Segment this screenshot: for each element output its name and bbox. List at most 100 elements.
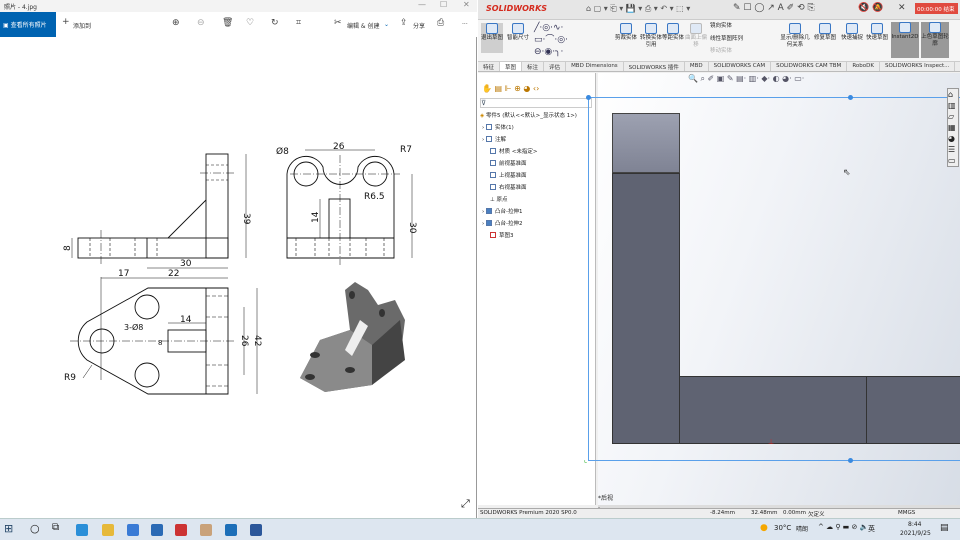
weather-text[interactable]: 晴朗	[796, 524, 808, 533]
tree-item-boss-extrude2[interactable]: › 凸台-拉伸2	[482, 219, 522, 227]
tab-cam[interactable]: SOLIDWORKS CAM	[709, 62, 772, 71]
tree-item-material[interactable]: 材质 <未指定>	[490, 147, 537, 155]
top-view	[70, 267, 258, 395]
dim-30-vertical: 30	[407, 222, 417, 234]
tree-item-right-plane[interactable]: 右视基准面	[490, 183, 527, 191]
convert-entities-button[interactable]: 转换实体引用	[640, 23, 662, 49]
tab-cam-tbm[interactable]: SOLIDWORKS CAM TBM	[771, 62, 848, 71]
dim-8: 8	[63, 245, 73, 251]
dim-r65: R6.5	[364, 192, 385, 202]
sketch-line-bottom[interactable]	[588, 460, 960, 461]
file-explorer-icon[interactable]	[102, 524, 114, 536]
mouse-cursor-icon: ⇖	[843, 168, 851, 178]
triad-icon: ⌞	[584, 456, 588, 464]
task-pane-icons[interactable]: ⌂ ▥ ▱ ▦ ◕ ☰ ▭	[947, 88, 959, 167]
dim-22: 22	[168, 269, 179, 279]
task-view-icon[interactable]: ⧉	[52, 522, 59, 533]
trim-entities-button[interactable]: 剪裁实体	[615, 23, 637, 42]
solidworks-taskbar-icon[interactable]	[175, 524, 187, 536]
exit-sketch-button[interactable]: 退出草图	[481, 23, 503, 53]
tree-item-origin[interactable]: ⊥ 原点	[490, 195, 508, 203]
tree-root-part[interactable]: ◈ 零件5 (默认<<默认>_显示状态 1>)	[480, 111, 577, 119]
store-icon[interactable]	[127, 524, 139, 536]
notification-icon[interactable]: ▤	[940, 523, 949, 533]
tab-markup[interactable]: 标注	[522, 62, 545, 71]
tree-item-sketch3[interactable]: 草图3	[490, 231, 514, 239]
rapid-sketch-button[interactable]: 快速草图	[866, 23, 888, 42]
dim-39: 39	[241, 213, 251, 225]
tab-addins[interactable]: SOLIDWORKS 插件	[624, 62, 685, 71]
units-selector[interactable]: MMGS	[898, 510, 915, 516]
filter-box[interactable]: ⊽	[480, 98, 592, 108]
weather-temp[interactable]: 30°C	[774, 524, 791, 532]
tab-mbd-dimensions[interactable]: MBD Dimensions	[566, 62, 624, 71]
record-stop-button[interactable]: 00:00:00 结束	[915, 3, 958, 14]
graphics-area[interactable]: 🔍 ⌕ ✐ ▣ ✎ ▤· ▥· ◆· ◐ ◕· ▭· ⊥ ⌞ ⇖ ⌂ ▥ ▱ ▦ ◕ ☰ ▭…	[584, 73, 960, 505]
product-version: SOLIDWORKS Premium 2020 SP0.0	[480, 510, 577, 516]
edge-icon[interactable]	[76, 524, 88, 536]
sketch-line-left[interactable]	[588, 97, 589, 460]
origin-icon: ⊥	[768, 438, 775, 446]
mirror-entities-button[interactable]: 镜向实体	[710, 23, 732, 30]
repair-sketch-button[interactable]: 修复草图	[814, 23, 836, 42]
instant2d-button[interactable]: Instant2D	[891, 22, 919, 58]
quick-snaps-button[interactable]: 快速捕捉	[841, 23, 863, 42]
app-icon[interactable]	[200, 524, 212, 536]
smart-dimension-button[interactable]: 智能尺寸	[507, 23, 529, 42]
tab-evaluate[interactable]: 评估	[544, 62, 567, 71]
home-icon[interactable]: ⌂ ▢ ▾ ⎗ ▾ 💾 ▾ ⎙ ▾ ↶ ▾ ⬚ ▾	[586, 4, 690, 14]
mail-icon[interactable]	[151, 524, 163, 536]
start-icon[interactable]: ⊞	[4, 522, 13, 535]
close-icon[interactable]: ✕	[898, 3, 906, 13]
search-icon[interactable]: ○	[30, 522, 40, 535]
tree-item-front-plane[interactable]: 前视基准面	[490, 159, 527, 167]
tree-item-top-plane[interactable]: 上视基准面	[490, 171, 527, 179]
sketch-entity-icons[interactable]: ╱·◎·∿· ▭·⌒·◎· ⊖·◉·╮·	[534, 22, 568, 58]
tab-features[interactable]: 特征	[478, 62, 501, 71]
solidworks-logo: SOLIDWORKS	[486, 4, 548, 13]
solidworks-window: SOLIDWORKS ⌂ ▢ ▾ ⎗ ▾ 💾 ▾ ⎙ ▾ ↶ ▾ ⬚ ▾ ✎ ☐…	[478, 0, 960, 518]
tab-sketch[interactable]: 草图	[500, 62, 523, 71]
clock-date[interactable]: 2021/9/25	[900, 530, 931, 537]
display-relations-button[interactable]: 显示/删除几何关系	[780, 23, 810, 49]
tab-inspection[interactable]: SOLIDWORKS Inspect...	[880, 62, 956, 71]
front-view	[71, 153, 247, 265]
tab-robodk[interactable]: RoboDK	[847, 62, 880, 71]
clock-time[interactable]: 8:44	[908, 521, 921, 528]
tray-icons[interactable]: ^ ☁ ⚲ ▬ ⊘ 🔈	[818, 523, 868, 531]
offset-on-surface-button[interactable]: 曲面上偏移	[685, 23, 707, 49]
dim-14-slot: 14	[180, 315, 192, 325]
sketch-line-top[interactable]	[588, 97, 960, 98]
photos-taskbar-icon[interactable]	[225, 524, 237, 536]
heads-up-view-toolbar[interactable]: 🔍 ⌕ ✐ ▣ ✎ ▤· ▥· ◆· ◐ ◕· ▭·	[688, 74, 804, 84]
tree-item-annotations[interactable]: › 注解	[482, 135, 506, 143]
ime-indicator[interactable]: 英	[868, 524, 875, 534]
model-face-light	[612, 113, 680, 173]
command-tabs: 特征 草图 标注 评估 MBD Dimensions SOLIDWORKS 插件…	[478, 62, 960, 72]
dim-8-slot: 8	[158, 339, 162, 347]
sw-title-bar: SOLIDWORKS ⌂ ▢ ▾ ⎗ ▾ 💾 ▾ ⎙ ▾ ↶ ▾ ⬚ ▾ ✎ ☐…	[478, 0, 960, 20]
tree-item-boss-extrude1[interactable]: › 凸台-拉伸1	[482, 207, 522, 215]
dim-17: 17	[118, 269, 129, 279]
feature-manager-tree: ✋ ▤ ⊩ ⊕ ◕ ‹› ⊽ ◈ 零件5 (默认<<默认>_显示状态 1>) ›…	[478, 73, 596, 505]
coord-z: 0.00mm	[783, 510, 806, 516]
annotation-tools-icons[interactable]: ✎ ☐ ◯ ↗ A ✐ ⟲ ⎘	[733, 3, 815, 13]
status-bar: SOLIDWORKS Premium 2020 SP0.0 -8.24mm 32…	[478, 508, 960, 518]
sketch-point[interactable]	[586, 95, 591, 100]
dim-holes: 3-Ø8	[124, 322, 143, 332]
offset-entities-button[interactable]: 等距实体	[662, 23, 684, 42]
sketch-point[interactable]	[848, 95, 853, 100]
photos-window: 照片 - 4.jpg — ☐ ✕ ▣ 查看所有照片 + 添加到 ⊕ ⊖ 🗑 ♡ …	[0, 0, 477, 518]
dim-42: 42	[252, 335, 262, 346]
word-icon[interactable]	[250, 524, 262, 536]
sketch-point[interactable]	[848, 458, 853, 463]
move-entities-button[interactable]: 移动实体	[710, 48, 732, 55]
feature-manager-tab-icons[interactable]: ✋ ▤ ⊩ ⊕ ◕ ‹›	[482, 84, 539, 93]
dim-dia8: Ø8	[276, 146, 289, 157]
tree-item-solid-bodies[interactable]: › 实体(1)	[482, 123, 514, 131]
dim-r7: R7	[400, 145, 412, 155]
linear-pattern-button[interactable]: 线性草图阵列	[710, 36, 743, 43]
tab-mbd[interactable]: MBD	[685, 62, 709, 71]
mute-icon[interactable]: 🔇 🔕	[858, 3, 883, 13]
shaded-sketch-contours-button[interactable]: 上色草图轮廓	[921, 22, 949, 58]
